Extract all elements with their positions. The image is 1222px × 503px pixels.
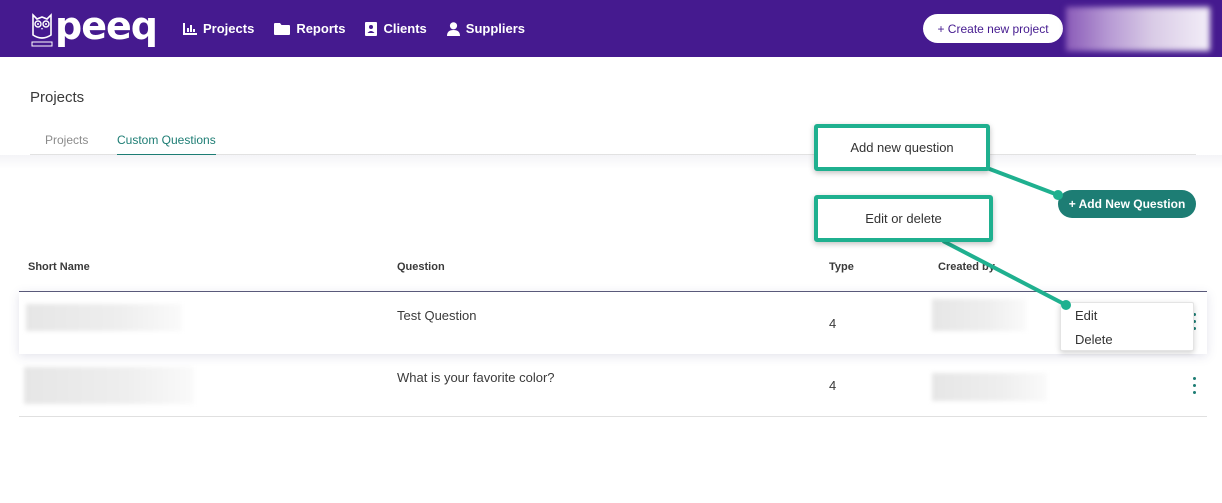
table-row[interactable]: What is your favorite color? 4	[19, 354, 1207, 417]
column-header-type[interactable]: Type	[829, 261, 854, 273]
column-header-created-by[interactable]: Created by	[938, 261, 995, 273]
tab-custom-questions[interactable]: Custom Questions	[117, 133, 216, 156]
callout-edit-delete: Edit or delete	[814, 195, 993, 242]
short-name-redacted	[26, 304, 182, 331]
add-new-question-button[interactable]: + Add New Question	[1058, 190, 1196, 218]
nav-item-label: Suppliers	[465, 21, 526, 36]
logo[interactable]: peeq	[30, 4, 158, 49]
nav-item-projects[interactable]: Projects	[183, 21, 254, 36]
tab-bar: Projects Custom Questions	[30, 125, 1196, 156]
callout-add-question: Add new question	[814, 124, 990, 171]
nav-item-suppliers[interactable]: Suppliers	[446, 21, 526, 36]
question-cell: Test Question	[397, 308, 477, 323]
created-by-redacted	[932, 373, 1047, 401]
more-options-icon[interactable]	[1190, 377, 1200, 397]
menu-item-delete[interactable]: Delete	[1075, 332, 1113, 347]
created-by-redacted	[932, 299, 1026, 331]
type-cell: 4	[829, 316, 837, 331]
nav-item-clients[interactable]: Clients	[365, 21, 427, 36]
user-icon	[446, 21, 460, 36]
bar-chart-icon	[183, 22, 197, 35]
page-title: Projects	[30, 89, 85, 106]
callout-arrows	[942, 166, 1071, 310]
column-header-question[interactable]: Question	[397, 261, 445, 273]
row-action-menu: Edit Delete	[1060, 302, 1194, 351]
brand-name: peeq	[55, 4, 158, 48]
menu-item-edit[interactable]: Edit	[1075, 308, 1097, 323]
main-nav: Projects Reports Clients Suppliers	[183, 0, 545, 57]
create-project-button[interactable]: + Create new project	[923, 14, 1063, 43]
nav-item-label: Projects	[203, 21, 255, 36]
user-profile-blurred[interactable]	[1066, 7, 1210, 51]
table-row[interactable]: Test Question 4	[19, 292, 1207, 354]
question-cell: What is your favorite color?	[397, 370, 555, 385]
top-navbar: peeq Projects Reports Clients Suppliers …	[0, 0, 1222, 57]
contact-card-icon	[365, 21, 378, 36]
section-divider	[0, 155, 1222, 169]
nav-item-reports[interactable]: Reports	[274, 21, 345, 36]
folder-icon	[274, 22, 291, 35]
nav-item-label: Reports	[296, 21, 346, 36]
page: peeq Projects Reports Clients Suppliers …	[0, 0, 1222, 503]
nav-item-label: Clients	[383, 21, 427, 36]
owl-logo-icon	[30, 11, 54, 47]
column-header-short-name[interactable]: Short Name	[28, 261, 90, 273]
short-name-redacted	[24, 367, 194, 404]
tab-projects[interactable]: Projects	[45, 133, 88, 147]
type-cell: 4	[829, 378, 837, 393]
